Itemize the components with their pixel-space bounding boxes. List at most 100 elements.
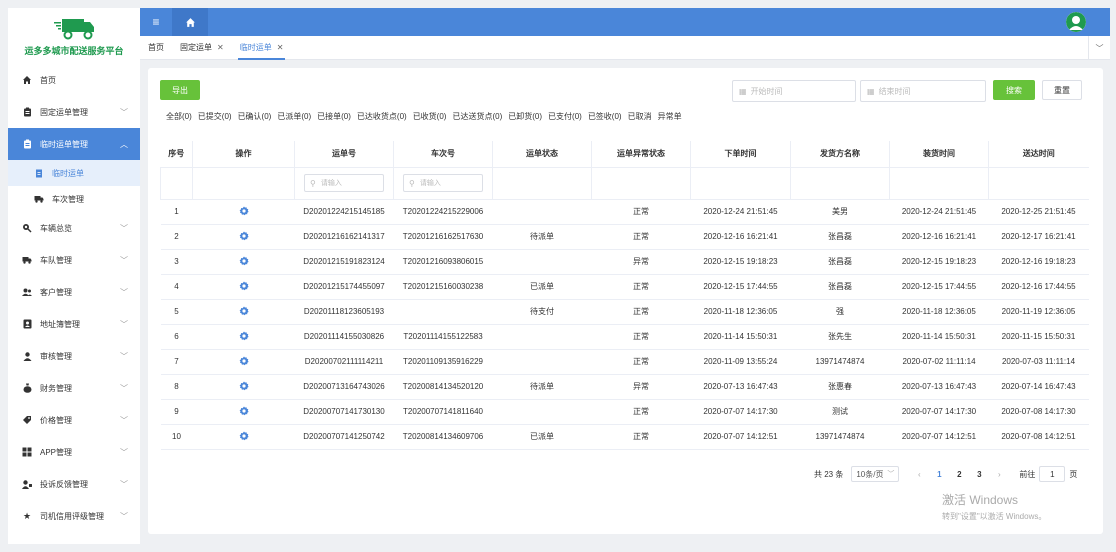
tab-home[interactable]: 首页 <box>140 36 172 60</box>
tab-fixed-orders[interactable]: 固定运单 ✕ <box>172 36 232 60</box>
sidebar-item-driver-rating[interactable]: ★ 司机信用评级管理 ﹀ <box>8 500 140 532</box>
sidebar-item-app[interactable]: APP管理 ﹀ <box>8 436 140 468</box>
order-number: D20201118123605193 <box>294 299 394 325</box>
prev-page-chevron-icon[interactable]: ‹ <box>909 470 929 479</box>
sidebar-subitem-trip-management[interactable]: 车次管理 <box>8 186 140 212</box>
gear-icon[interactable] <box>239 231 249 243</box>
filter-dispatched[interactable]: 已派单(0) <box>277 111 311 122</box>
sidebar-item-fleet[interactable]: 车队管理 ﹀ <box>8 244 140 276</box>
filter-unloaded[interactable]: 已卸货(0) <box>508 111 542 122</box>
sidebar-item-vehicle-overview[interactable]: 车辆总览 ﹀ <box>8 212 140 244</box>
address-book-icon <box>22 319 32 329</box>
row-index: 10 <box>160 424 193 450</box>
filter-abnormal[interactable]: 异常单 <box>658 111 682 122</box>
column-header: 发货方名称 <box>790 141 890 168</box>
logo: 运多多城市配送服务平台 <box>8 8 140 64</box>
gear-icon[interactable] <box>239 281 249 293</box>
sidebar-subitem-label: 临时运单 <box>52 168 84 178</box>
load-time: 2020-11-14 15:50:31 <box>889 324 989 350</box>
goto-page-input[interactable]: 1 <box>1039 466 1066 482</box>
page-number[interactable]: 2 <box>949 470 969 479</box>
next-page-chevron-icon[interactable]: › <box>989 470 1009 479</box>
filter-cancelled[interactable]: 已取消 <box>628 111 652 122</box>
row-index: 1 <box>160 199 193 225</box>
sidebar-item-home[interactable]: 首页 <box>8 64 140 96</box>
home-button[interactable] <box>172 8 208 36</box>
search-button[interactable]: 搜索 <box>993 80 1035 100</box>
gear-icon[interactable] <box>239 431 249 443</box>
trip-number: T20200707141811640 <box>393 399 493 425</box>
order-status <box>492 249 592 275</box>
gear-icon[interactable] <box>239 381 249 393</box>
row-actions <box>192 374 295 400</box>
filter-submitted[interactable]: 已提交(0) <box>198 111 232 122</box>
row-index: 7 <box>160 349 193 375</box>
export-button[interactable]: 导出 <box>160 80 200 100</box>
column-header: 装货时间 <box>889 141 989 168</box>
tabs-dropdown-chevron-icon[interactable]: ﹀ <box>1088 36 1110 60</box>
sidebar-item-address-book[interactable]: 地址簿管理 ﹀ <box>8 308 140 340</box>
order-status: 待派单 <box>492 224 592 250</box>
filter-arrived-delivery[interactable]: 已达送货点(0) <box>452 111 502 122</box>
filter-accepted[interactable]: 已接单(0) <box>317 111 351 122</box>
table-row: 7 D20200702111114211 T20201109135916229 正常 2… <box>160 349 1089 375</box>
sidebar-item-review[interactable]: 审核管理 ﹀ <box>8 340 140 372</box>
chevron-down-icon: ﹀ <box>120 255 128 265</box>
sidebar-subitem-temp-order[interactable]: 临时运单 <box>8 160 140 186</box>
start-time-input[interactable]: ▦ 开始时间 <box>732 80 856 102</box>
sidebar-item-finance[interactable]: 财务管理 ﹀ <box>8 372 140 404</box>
close-icon[interactable]: ✕ <box>217 43 224 52</box>
load-time: 2020-07-07 14:12:51 <box>889 424 989 450</box>
gear-icon[interactable] <box>239 356 249 368</box>
row-index: 5 <box>160 299 193 325</box>
trip-number: T20201216162517630 <box>393 224 493 250</box>
filter-paid[interactable]: 已支付(0) <box>548 111 582 122</box>
filter-picked-up[interactable]: 已收货(0) <box>413 111 447 122</box>
order-time: 2020-12-24 21:51:45 <box>690 199 791 225</box>
close-icon[interactable]: ✕ <box>277 43 284 52</box>
user-icon <box>22 351 32 361</box>
deliver-time: 2020-07-03 11:11:14 <box>988 349 1089 375</box>
order-status <box>492 199 592 225</box>
sidebar-item-complaints[interactable]: 投诉反馈管理 ﹀ <box>8 468 140 500</box>
end-time-input[interactable]: ▦ 结束时间 <box>860 80 986 102</box>
avatar[interactable] <box>1066 12 1086 32</box>
sidebar-item-fixed-orders[interactable]: 固定运单管理 ﹀ <box>8 96 140 128</box>
filter-all[interactable]: 全部(0) <box>166 111 192 122</box>
filter-signed[interactable]: 已签收(0) <box>588 111 622 122</box>
order-number-search-input[interactable]: ⚲ 请输入 <box>304 174 384 192</box>
order-time: 2020-12-15 17:44:55 <box>690 274 791 300</box>
deliver-time: 2020-12-25 21:51:45 <box>988 199 1089 225</box>
chevron-down-icon: ﹀ <box>120 383 128 393</box>
row-actions <box>192 199 295 225</box>
trip-number: T20200814134609706 <box>393 424 493 450</box>
gear-icon[interactable] <box>239 256 249 268</box>
tab-temp-orders[interactable]: 临时运单 ✕ <box>232 36 292 60</box>
filter-confirmed[interactable]: 已确认(0) <box>238 111 272 122</box>
order-number: D20200707141250742 <box>294 424 394 450</box>
page-size-select[interactable]: 10条/页 ﹀ <box>851 466 900 482</box>
shipper-name: 张先生 <box>790 324 890 350</box>
gear-icon[interactable] <box>239 331 249 343</box>
row-actions <box>192 249 295 275</box>
trip-number: T20201224215229006 <box>393 199 493 225</box>
hamburger-menu-icon[interactable]: ≡ <box>140 8 172 36</box>
page-number[interactable]: 3 <box>969 470 989 479</box>
column-header: 运单号 <box>294 141 394 168</box>
gear-icon[interactable] <box>239 406 249 418</box>
trip-number-search-input[interactable]: ⚲ 请输入 <box>403 174 483 192</box>
page-number[interactable]: 1 <box>929 470 949 479</box>
reset-button[interactable]: 重置 <box>1042 80 1082 100</box>
filter-arrived-pickup[interactable]: 已达收货点(0) <box>357 111 407 122</box>
deliver-time: 2020-12-16 19:18:23 <box>988 249 1089 275</box>
deliver-time: 2020-12-16 17:44:55 <box>988 274 1089 300</box>
sidebar-item-pricing[interactable]: 价格管理 ﹀ <box>8 404 140 436</box>
sidebar-item-temp-orders[interactable]: 临时运单管理 ︿ <box>8 128 140 160</box>
gear-icon[interactable] <box>239 306 249 318</box>
sidebar-item-customers[interactable]: 客户管理 ﹀ <box>8 276 140 308</box>
abnormal-status: 正常 <box>591 399 691 425</box>
column-header: 车次号 <box>393 141 493 168</box>
total-count: 共 23 条 <box>814 469 844 479</box>
tab-label: 首页 <box>148 43 164 52</box>
gear-icon[interactable] <box>239 206 249 218</box>
